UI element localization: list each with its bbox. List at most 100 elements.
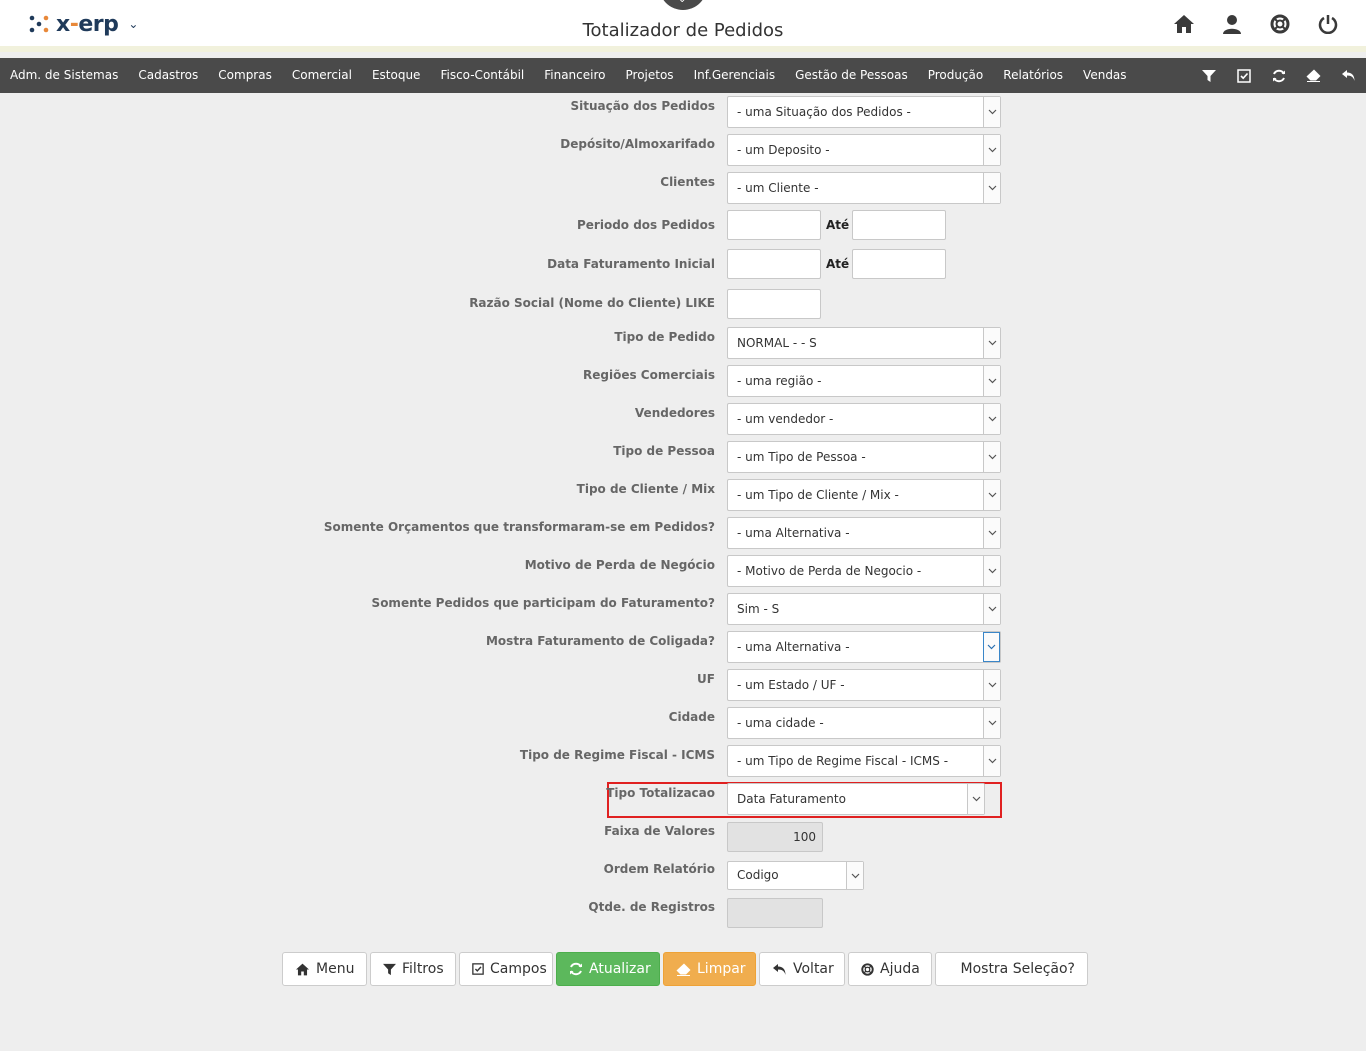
collapse-header-toggle[interactable]: ⌄ xyxy=(659,0,707,10)
filter-icon[interactable] xyxy=(1191,58,1226,93)
menu-item-compras[interactable]: Compras xyxy=(208,58,282,93)
periodo-end-input[interactable] xyxy=(852,210,946,240)
power-icon[interactable] xyxy=(1316,12,1340,36)
periodo-ate-label: Até xyxy=(826,218,850,232)
chevron-down-icon xyxy=(983,173,1000,203)
uf-row: UF - um Estado / UF - xyxy=(0,669,1366,701)
home-icon[interactable] xyxy=(1172,12,1196,36)
menu-item-inf-gerenciais[interactable]: Inf.Gerenciais xyxy=(684,58,786,93)
periodo-label: Periodo dos Pedidos xyxy=(577,218,715,232)
menu-item-producao[interactable]: Produção xyxy=(918,58,994,93)
chevron-down-icon xyxy=(983,594,1000,624)
tipo-total-select[interactable]: Data Faturamento xyxy=(727,783,985,815)
lifebuoy-icon[interactable] xyxy=(1268,12,1292,36)
menu-item-comercial[interactable]: Comercial xyxy=(282,58,362,93)
ajuda-button[interactable]: Ajuda xyxy=(848,952,932,986)
menu-item-gestao-pessoas[interactable]: Gestão de Pessoas xyxy=(785,58,918,93)
vendedores-select[interactable]: - um vendedor - xyxy=(727,403,1001,435)
menu-item-estoque[interactable]: Estoque xyxy=(362,58,431,93)
ordem-select[interactable]: Codigo xyxy=(727,861,864,890)
orcamentos-row: Somente Orçamentos que transformaram-se … xyxy=(0,517,1366,549)
chevron-down-icon xyxy=(983,480,1000,510)
chevron-down-icon xyxy=(983,442,1000,472)
tipo-cliente-row: Tipo de Cliente / Mix - um Tipo de Clien… xyxy=(0,479,1366,511)
clientes-select[interactable]: - um Cliente - xyxy=(727,172,1001,204)
menu-item-fisco-contabil[interactable]: Fisco-Contábil xyxy=(430,58,534,93)
tipo-pessoa-label: Tipo de Pessoa xyxy=(613,444,715,458)
main-menu-bar: Adm. de Sistemas Cadastros Compras Comer… xyxy=(0,58,1366,93)
chevron-down-icon xyxy=(983,746,1000,776)
menu-item-adm-sistemas[interactable]: Adm. de Sistemas xyxy=(0,58,128,93)
tipo-pedido-select[interactable]: NORMAL - - S xyxy=(727,327,1001,359)
faixa-input: 100 xyxy=(727,822,823,852)
menu-item-vendas[interactable]: Vendas xyxy=(1073,58,1137,93)
chevron-down-icon xyxy=(983,708,1000,738)
menu-item-relatorios[interactable]: Relatórios xyxy=(993,58,1073,93)
chevron-down-icon xyxy=(846,862,863,889)
undo-icon[interactable] xyxy=(1331,58,1366,93)
filter-icon xyxy=(383,963,396,976)
vendedores-label: Vendedores xyxy=(634,406,715,420)
motivo-perda-row: Motivo de Perda de Negócio - Motivo de P… xyxy=(0,555,1366,587)
razao-input[interactable] xyxy=(727,289,821,319)
tipo-cliente-select[interactable]: - um Tipo de Cliente / Mix - xyxy=(727,479,1001,511)
qtde-input xyxy=(727,898,823,928)
refresh-icon[interactable] xyxy=(1261,58,1296,93)
tipo-cliente-label: Tipo de Cliente / Mix xyxy=(576,482,715,496)
undo-icon xyxy=(772,963,787,976)
orcamentos-select[interactable]: - uma Alternativa - xyxy=(727,517,1001,549)
uf-select[interactable]: - um Estado / UF - xyxy=(727,669,1001,701)
chevron-down-icon xyxy=(983,97,1000,127)
deposito-select[interactable]: - um Deposito - xyxy=(727,134,1001,166)
chevron-down-icon xyxy=(967,784,984,814)
regime-select[interactable]: - um Tipo de Regime Fiscal - ICMS - xyxy=(727,745,1001,777)
tipo-total-row: Tipo Totalizacao Data Faturamento xyxy=(0,783,1366,815)
check-square-icon xyxy=(472,963,484,975)
ordem-label: Ordem Relatório xyxy=(603,862,715,876)
qtde-row: Qtde. de Registros xyxy=(0,897,1366,929)
periodo-start-input[interactable] xyxy=(727,210,821,240)
menu-item-projetos[interactable]: Projetos xyxy=(616,58,684,93)
regioes-select[interactable]: - uma região - xyxy=(727,365,1001,397)
regime-row: Tipo de Regime Fiscal - ICMS - um Tipo d… xyxy=(0,745,1366,777)
check-square-icon[interactable] xyxy=(1226,58,1261,93)
eraser-icon[interactable] xyxy=(1296,58,1331,93)
tipo-total-label: Tipo Totalizacao xyxy=(606,786,715,800)
data-fat-end-input[interactable] xyxy=(852,249,946,279)
somente-fat-select[interactable]: Sim - S xyxy=(727,593,1001,625)
data-fat-start-input[interactable] xyxy=(727,249,821,279)
situacao-label: Situação dos Pedidos xyxy=(570,99,715,113)
situacao-select[interactable]: - uma Situação dos Pedidos - xyxy=(727,96,1001,128)
tipo-pessoa-row: Tipo de Pessoa - um Tipo de Pessoa - xyxy=(0,441,1366,473)
regime-label: Tipo de Regime Fiscal - ICMS xyxy=(519,748,715,762)
vendedores-row: Vendedores - um vendedor - xyxy=(0,403,1366,435)
chevron-down-icon xyxy=(983,135,1000,165)
campos-button[interactable]: Campos xyxy=(459,952,553,986)
menu-item-cadastros[interactable]: Cadastros xyxy=(128,58,208,93)
coligada-select[interactable]: - uma Alternativa - xyxy=(727,631,1001,663)
atualizar-button[interactable]: Atualizar xyxy=(556,952,660,986)
qtde-label: Qtde. de Registros xyxy=(588,900,715,914)
top-header: ⌄ x-erp ⌄ Totalizador de Pedidos xyxy=(0,0,1366,52)
user-icon[interactable] xyxy=(1220,12,1244,36)
filtros-button[interactable]: Filtros xyxy=(370,952,456,986)
chevron-down-icon xyxy=(983,404,1000,434)
motivo-perda-label: Motivo de Perda de Negócio xyxy=(524,558,715,572)
action-button-bar: Menu Filtros Campos Atualizar Limpar Vol… xyxy=(282,952,1088,986)
clientes-row: Clientes - um Cliente - xyxy=(0,172,1366,204)
cidade-label: Cidade xyxy=(668,710,715,724)
limpar-button[interactable]: Limpar xyxy=(663,952,756,986)
menu-item-financeiro[interactable]: Financeiro xyxy=(534,58,615,93)
voltar-button[interactable]: Voltar xyxy=(759,952,845,986)
coligada-label: Mostra Faturamento de Coligada? xyxy=(485,634,715,648)
deposito-label: Depósito/Almoxarifado xyxy=(560,137,715,151)
motivo-perda-select[interactable]: - Motivo de Perda de Negocio - xyxy=(727,555,1001,587)
refresh-icon xyxy=(569,962,583,976)
menu-button[interactable]: Menu xyxy=(282,952,367,986)
data-fat-label: Data Faturamento Inicial xyxy=(547,257,715,271)
deposito-row: Depósito/Almoxarifado - um Deposito - xyxy=(0,134,1366,166)
tipo-pessoa-select[interactable]: - um Tipo de Pessoa - xyxy=(727,441,1001,473)
cidade-select[interactable]: - uma cidade - xyxy=(727,707,1001,739)
mostra-selecao-button[interactable]: Mostra Seleção? xyxy=(935,952,1088,986)
somente-fat-row: Somente Pedidos que participam do Fatura… xyxy=(0,593,1366,625)
